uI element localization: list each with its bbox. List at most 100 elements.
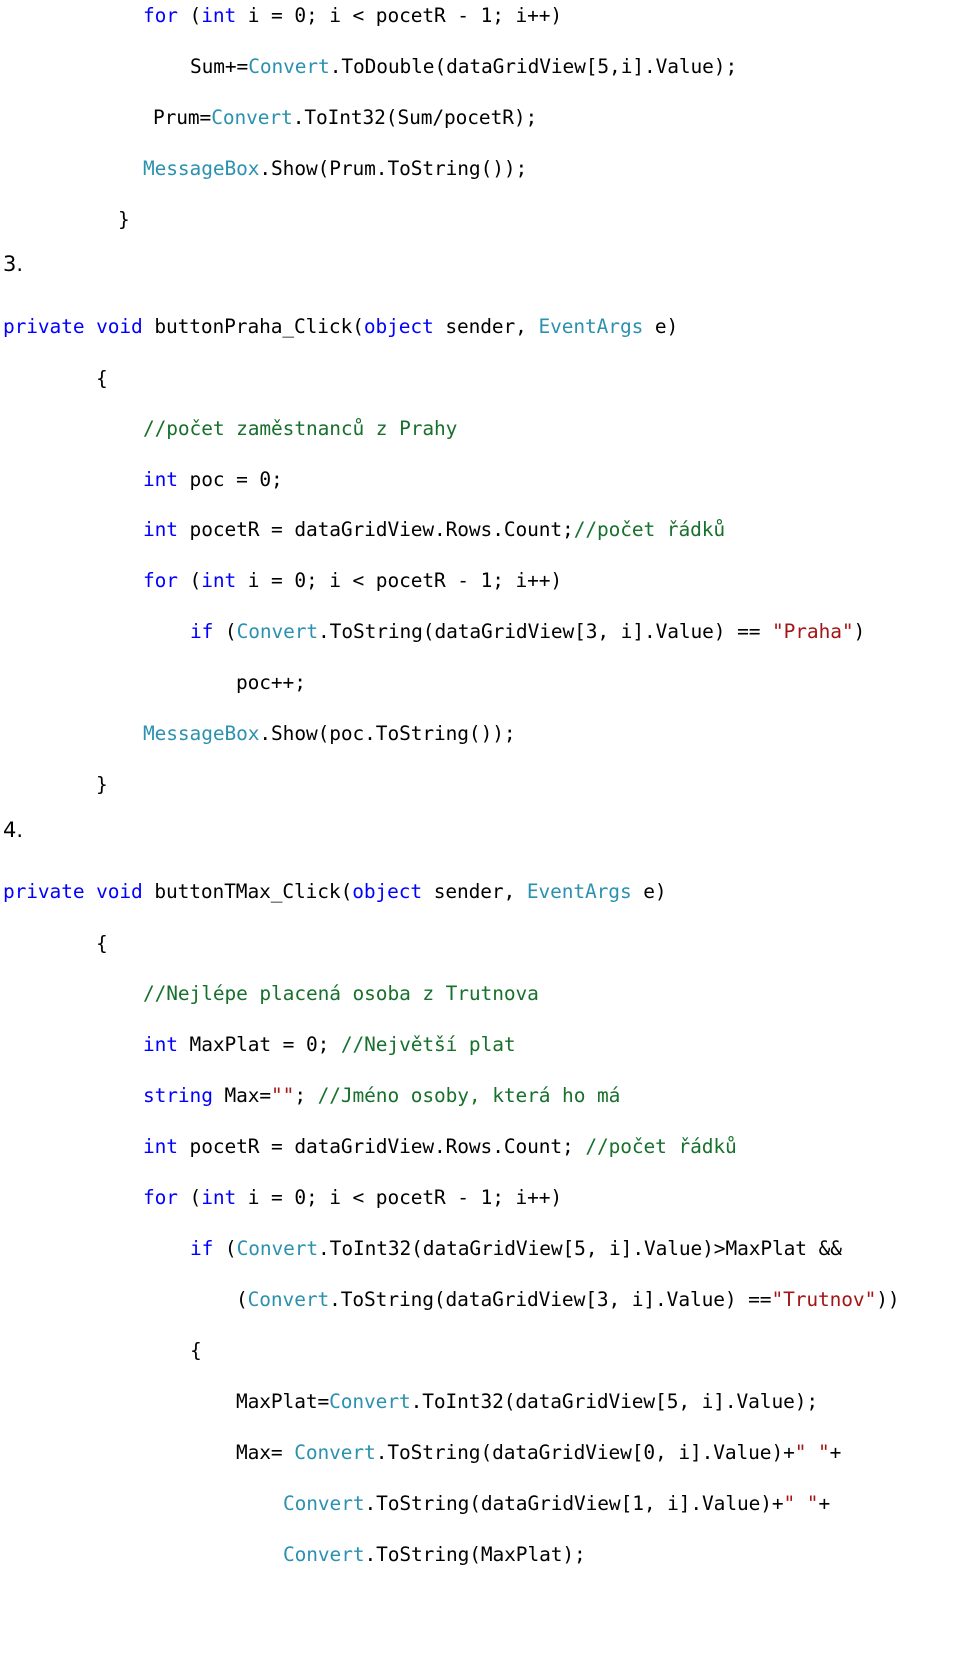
code-line: MaxPlat=Convert.ToInt32(dataGridView[5, … (0, 1390, 960, 1414)
code-token-kw: void (96, 880, 143, 903)
code-token-cmt: //Jméno osoby, která ho má (317, 1084, 621, 1107)
code-line: for (int i = 0; i < pocetR - 1; i++) (0, 4, 960, 28)
code-token-kw: int (201, 569, 237, 592)
code-token-kw: int (143, 468, 178, 491)
code-token-pln: .ToString(MaxPlat); (364, 1543, 586, 1566)
code-line: } (0, 773, 960, 797)
code-token-kw: for (143, 4, 178, 27)
code-token-pln: } (96, 773, 108, 796)
code-token-str: "Praha" (772, 620, 854, 643)
code-token-pln: { (96, 932, 108, 955)
code-token-pln: pocetR = dataGridView.Rows.Count; (177, 1135, 586, 1158)
list-marker: 4. (3, 818, 24, 842)
code-token-pln: .ToString(dataGridView[1, i].Value)+ (364, 1492, 784, 1515)
code-token-pln: sender, (422, 880, 527, 903)
code-token-type: Convert (247, 1288, 330, 1311)
code-token-str: " " (794, 1441, 830, 1464)
code-token-pln: poc = 0; (177, 468, 283, 491)
code-listing-page: 3. 4. for (int i = 0; i < pocetR - 1; i++)… (0, 0, 960, 1673)
code-token-pln: MaxPlat= (236, 1390, 330, 1413)
code-token-pln: pocetR = dataGridView.Rows.Count; (177, 518, 574, 541)
code-token-pln: .ToString(dataGridView[3, i].Value) == (329, 1288, 772, 1311)
code-line: int MaxPlat = 0; //Největší plat (0, 1033, 960, 1057)
code-token-cmt: //počet řádků (585, 1135, 737, 1158)
code-token-type: Convert (211, 106, 293, 129)
code-token-kw: int (143, 518, 178, 541)
code-token-type: Convert (236, 620, 319, 643)
code-token-type: MessageBox (143, 157, 260, 180)
code-token-cmt: //Největší plat (340, 1033, 516, 1056)
code-token-pln: + (829, 1441, 842, 1464)
code-line: Convert.ToString(MaxPlat); (0, 1543, 960, 1567)
code-line: Prum=Convert.ToInt32(Sum/pocetR); (0, 106, 960, 130)
code-token-type: Convert (294, 1441, 376, 1464)
code-line: for (int i = 0; i < pocetR - 1; i++) (0, 569, 960, 593)
code-token-type: Convert (248, 55, 330, 78)
code-token-pln: sender, (433, 315, 539, 338)
code-line: Max= Convert.ToString(dataGridView[0, i]… (0, 1441, 960, 1465)
code-token-kw: private (3, 315, 85, 338)
code-token-pln: .ToDouble(dataGridView[5,i].Value); (329, 55, 738, 78)
code-token-pln: ; (294, 1084, 318, 1107)
code-token-pln: { (96, 367, 108, 390)
code-token-cmt: //Nejlépe placená osoba z Trutnova (143, 982, 539, 1005)
code-line: (Convert.ToString(dataGridView[3, i].Val… (0, 1288, 960, 1312)
code-token-pln: ( (213, 1237, 237, 1260)
code-token-pln: .Show(poc.ToString()); (259, 722, 516, 745)
code-token-pln (84, 880, 96, 903)
code-line: } (0, 208, 960, 232)
code-token-type: Convert (283, 1543, 365, 1566)
code-token-kw: for (143, 569, 178, 592)
code-token-kw: void (96, 315, 143, 338)
code-line: if (Convert.ToInt32(dataGridView[5, i].V… (0, 1237, 960, 1261)
code-token-pln: .Show(Prum.ToString()); (259, 157, 528, 180)
code-line: //Nejlépe placená osoba z Trutnova (0, 982, 960, 1006)
code-token-kw: object (352, 880, 423, 903)
code-token-pln: ( (236, 1288, 248, 1311)
code-token-pln: .ToInt32(dataGridView[5, i].Value); (410, 1390, 819, 1413)
code-line: //počet zaměstnanců z Prahy (0, 417, 960, 441)
code-token-type: EventArgs (526, 880, 632, 903)
code-token-pln: i = 0; i < pocetR - 1; i++) (236, 569, 563, 592)
code-token-pln: Max= (236, 1441, 295, 1464)
code-token-pln: ( (177, 569, 202, 592)
code-line: private void buttonTMax_Click(object sen… (0, 880, 960, 904)
code-token-type: Convert (236, 1237, 319, 1260)
code-token-str: " " (783, 1492, 819, 1515)
code-token-pln: .ToString(dataGridView[0, i].Value)+ (375, 1441, 795, 1464)
code-token-pln: .ToString(dataGridView[3, i].Value) == (318, 620, 773, 643)
code-token-kw: private (3, 880, 85, 903)
code-token-pln: i = 0; i < pocetR - 1; i++) (236, 4, 563, 27)
code-line: { (0, 367, 960, 391)
code-line: int poc = 0; (0, 468, 960, 492)
code-token-type: Convert (329, 1390, 411, 1413)
code-token-pln: ) (853, 620, 866, 643)
list-marker: 3. (3, 252, 24, 276)
code-token-pln: e) (631, 880, 667, 903)
code-token-str: "" (271, 1084, 295, 1107)
code-token-pln: Max= (212, 1084, 272, 1107)
code-token-pln: ( (177, 4, 202, 27)
code-token-pln: .ToInt32(Sum/pocetR); (292, 106, 538, 129)
code-token-kw: if (190, 1237, 214, 1260)
code-token-type: MessageBox (143, 722, 260, 745)
code-line: Sum+=Convert.ToDouble(dataGridView[5,i].… (0, 55, 960, 79)
code-line: MessageBox.Show(poc.ToString()); (0, 722, 960, 746)
code-token-kw: string (143, 1084, 213, 1107)
code-token-cmt: //počet řádků (573, 518, 726, 541)
code-token-kw: object (363, 315, 434, 338)
code-token-pln: } (118, 208, 130, 231)
code-token-kw: int (201, 1186, 237, 1209)
code-token-pln: e) (643, 315, 679, 338)
code-token-kw: int (143, 1135, 178, 1158)
code-line: string Max=""; //Jméno osoby, která ho m… (0, 1084, 960, 1108)
code-token-kw: if (190, 620, 214, 643)
code-token-pln: ( (213, 620, 237, 643)
code-token-cmt: //počet zaměstnanců z Prahy (143, 417, 458, 440)
code-token-pln: poc++; (236, 671, 306, 694)
code-token-pln: ( (177, 1186, 202, 1209)
code-token-pln: + (818, 1492, 831, 1515)
code-line: poc++; (0, 671, 960, 695)
code-token-pln: Prum= (153, 106, 212, 129)
code-line: MessageBox.Show(Prum.ToString()); (0, 157, 960, 181)
